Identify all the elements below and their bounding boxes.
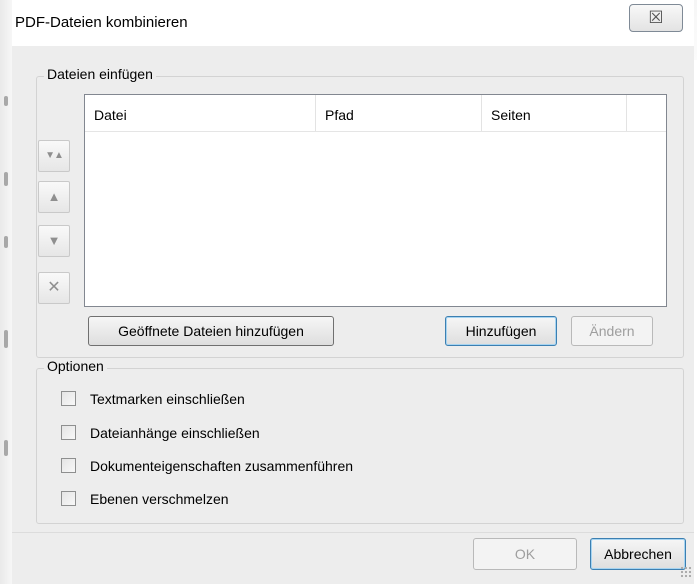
move-down-button[interactable]: ▼	[38, 225, 70, 257]
cancel-button[interactable]: Abbrechen	[590, 538, 686, 570]
column-header-pages[interactable]: Seiten	[482, 95, 627, 131]
column-header-file[interactable]: Datei	[85, 95, 316, 131]
arrow-up-icon: ▲	[47, 189, 61, 204]
options-group-legend: Optionen	[44, 358, 107, 374]
move-up-button[interactable]: ▲	[38, 181, 70, 213]
include-attachments-label: Dateianhänge einschließen	[90, 425, 260, 441]
add-open-files-button[interactable]: Geöffnete Dateien hinzufügen	[88, 316, 334, 346]
merge-layers-checkbox[interactable]	[61, 491, 76, 506]
background-blur	[4, 236, 8, 248]
add-button[interactable]: Hinzufügen	[445, 316, 557, 346]
merge-properties-label: Dokumenteigenschaften zusammenführen	[90, 458, 354, 474]
background-window-edge	[0, 0, 12, 584]
background-blur	[4, 330, 8, 348]
remove-file-button[interactable]: ✕	[38, 272, 70, 304]
footer-divider	[12, 532, 694, 533]
include-attachments-checkbox[interactable]	[61, 425, 76, 440]
title-bar: PDF-Dateien kombinieren ☒	[12, 0, 694, 46]
include-bookmarks-label: Textmarken einschließen	[90, 391, 245, 407]
merge-properties-checkbox[interactable]	[61, 458, 76, 473]
background-blur	[4, 440, 8, 456]
background-blur	[4, 172, 8, 186]
column-header-path[interactable]: Pfad	[316, 95, 482, 131]
close-icon: ☒	[648, 8, 664, 27]
column-header-filler	[627, 95, 656, 131]
move-to-top-button[interactable]: ▼▲	[38, 140, 70, 172]
files-group-legend: Dateien einfügen	[44, 66, 156, 82]
combine-pdf-dialog: PDF-Dateien kombinieren ☒ Dateien einfüg…	[12, 0, 694, 584]
merge-layers-label: Ebenen verschmelzen	[90, 491, 229, 507]
background-blur	[4, 96, 8, 106]
file-list-header: Datei Pfad Seiten	[85, 95, 666, 132]
arrow-down-icon: ▼	[47, 233, 61, 248]
close-button[interactable]: ☒	[629, 4, 683, 32]
file-list[interactable]: Datei Pfad Seiten	[84, 94, 667, 307]
resize-grip-icon[interactable]	[680, 566, 692, 578]
move-top-icon: ▼▲	[45, 150, 64, 161]
change-button[interactable]: Ändern	[571, 316, 653, 346]
window-title: PDF-Dateien kombinieren	[15, 14, 188, 31]
remove-icon: ✕	[47, 279, 61, 296]
include-bookmarks-checkbox[interactable]	[61, 391, 76, 406]
ok-button[interactable]: OK	[473, 538, 577, 570]
